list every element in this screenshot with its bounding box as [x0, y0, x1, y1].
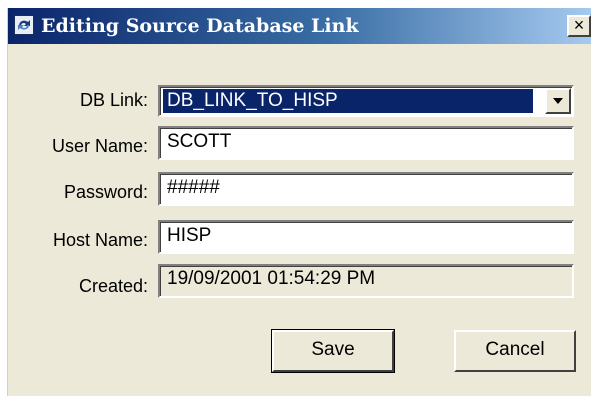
password-label: Password: [63, 182, 148, 202]
db-link-dropdown-button[interactable] [545, 88, 571, 114]
close-icon: × [573, 15, 585, 35]
save-button[interactable]: Save [271, 329, 395, 373]
created-field: 19/09/2001 01:54:29 PM [158, 264, 574, 298]
host-name-label: Host Name: [52, 230, 148, 250]
title-bar[interactable]: Editing Source Database Link × [8, 8, 591, 44]
db-link-label: DB Link: [79, 90, 148, 110]
password-field[interactable]: ##### [158, 172, 574, 206]
user-name-label: User Name: [51, 136, 148, 156]
close-button[interactable]: × [567, 15, 591, 37]
user-name-field[interactable]: SCOTT [158, 126, 574, 160]
cancel-button[interactable]: Cancel [454, 330, 576, 372]
edit-db-link-dialog: Editing Source Database Link × DB Link: … [7, 8, 591, 396]
db-link-selected-value: DB_LINK_TO_HISP [162, 88, 534, 114]
chevron-down-icon [553, 98, 563, 104]
window-title: Editing Source Database Link [41, 15, 359, 37]
host-name-field[interactable]: HISP [158, 220, 574, 254]
app-window-icon [14, 15, 34, 35]
db-link-select[interactable]: DB_LINK_TO_HISP [158, 85, 574, 117]
created-label: Created: [78, 276, 148, 296]
